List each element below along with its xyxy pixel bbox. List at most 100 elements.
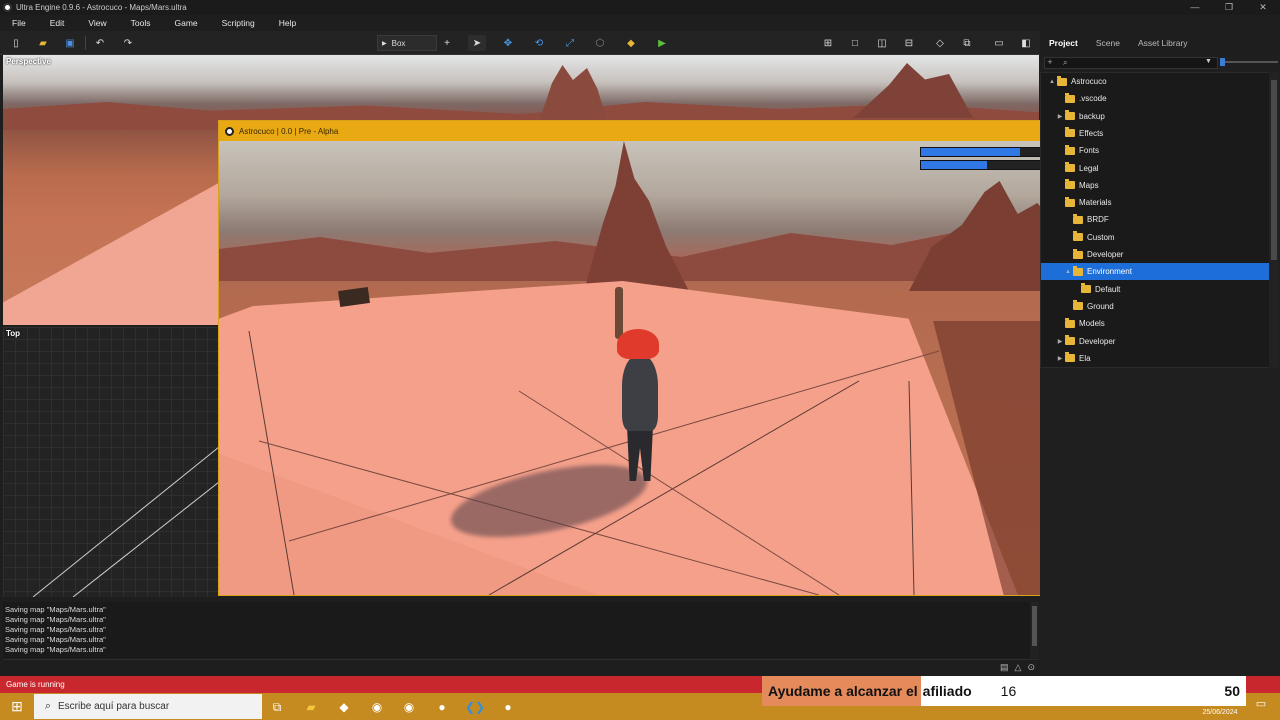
tree-item[interactable]: ▶ Ela [1041, 350, 1269, 367]
box-primitive-icon[interactable]: ⬡ [591, 35, 609, 51]
top-viewport[interactable]: Top [3, 327, 219, 597]
game-scene[interactable] [219, 141, 1060, 595]
taskbar-search-input[interactable]: ⌕ Escribe aquí para buscar [34, 694, 262, 719]
wireframe-icon[interactable]: ◇ [931, 35, 949, 51]
select-tool-icon[interactable]: ➤ [468, 35, 486, 51]
notification-icon[interactable]: ▭ [1250, 697, 1272, 717]
chrome-profile-icon[interactable]: ◉ [398, 697, 420, 717]
project-tree[interactable]: ▲ Astrocuco .vscode ▶ backup Effects Fonts Lega… [1040, 72, 1270, 368]
layout-view-icon[interactable]: ⊟ [900, 35, 918, 51]
expand-arrow-icon[interactable]: ▶ [1055, 338, 1065, 345]
expand-arrow-icon[interactable]: ▲ [1063, 269, 1073, 275]
tree-item[interactable]: Developer [1041, 246, 1269, 263]
tree-item[interactable]: .vscode [1041, 90, 1269, 107]
move-tool-icon[interactable]: ✥ [499, 35, 517, 51]
tree-item[interactable]: Fonts [1041, 142, 1269, 159]
folder-icon [1065, 92, 1075, 103]
tree-item[interactable]: Effects [1041, 125, 1269, 142]
tab-scene[interactable]: Scene [1087, 38, 1129, 48]
tree-item-label: Maps [1079, 180, 1099, 190]
game-window-title-bar[interactable]: Astrocuco | 0.0 | Pre - Alpha [219, 121, 1060, 141]
task-view-icon[interactable]: ⧉ [266, 697, 288, 717]
file-explorer-icon[interactable]: ▰ [300, 697, 322, 717]
tree-item[interactable]: Materials [1041, 194, 1269, 211]
menu-tools[interactable]: Tools [119, 18, 163, 28]
console-output[interactable]: Saving map "Maps/Mars.ultra" Saving map … [3, 602, 1039, 658]
tree-item[interactable]: ▶ Developer [1041, 333, 1269, 350]
warning-filter-icon[interactable]: △ [1015, 662, 1022, 673]
app-logo-icon [3, 3, 12, 12]
menu-help[interactable]: Help [267, 18, 308, 28]
expand-arrow-icon[interactable]: ▲ [1047, 79, 1057, 85]
minimize-button[interactable]: — [1178, 0, 1212, 15]
project-search-input[interactable]: + ⌕ [1044, 57, 1218, 69]
hierarchy-icon[interactable]: ⧉ [958, 35, 976, 51]
brush-shape-dropdown[interactable]: ▶ Box [377, 35, 437, 51]
scale-tool-icon[interactable]: ⤢ [561, 35, 579, 51]
tree-item[interactable]: ▲ Astrocuco [1041, 73, 1269, 90]
expand-arrow-icon[interactable]: ▶ [1055, 355, 1065, 362]
rotate-tool-icon[interactable]: ⟲ [530, 35, 548, 51]
tree-item[interactable]: Ground [1041, 298, 1269, 315]
vscode-icon[interactable]: ❮❯ [464, 697, 486, 717]
folder-icon [1073, 231, 1083, 242]
toggle-panel-icon[interactable]: ◧ [1017, 35, 1035, 51]
tree-item[interactable]: BRDF [1041, 211, 1269, 228]
folder-icon [1065, 162, 1075, 172]
settings-icon[interactable]: ⊙ [1027, 662, 1035, 673]
obs-icon[interactable]: ● [431, 697, 453, 717]
console-command-line[interactable]: ▤ △ ⊙ [3, 659, 1039, 676]
window-title-bar: Ultra Engine 0.9.6 - Astrocuco - Maps/Ma… [0, 0, 1280, 15]
menu-edit[interactable]: Edit [38, 18, 77, 28]
search-icon: ⌕ [44, 700, 52, 712]
game-window[interactable]: Astrocuco | 0.0 | Pre - Alpha ✕ [218, 120, 1061, 596]
status-text: Game is running [6, 680, 65, 689]
thumbnail-size-slider[interactable] [1220, 58, 1278, 66]
menu-scripting[interactable]: Scripting [210, 18, 267, 28]
save-icon[interactable]: ▣ [61, 35, 79, 51]
ultra-engine-icon[interactable]: ● [497, 697, 519, 717]
tree-item-label: Default [1095, 284, 1121, 294]
prefab-box-icon[interactable]: ◆ [622, 35, 640, 51]
play-game-icon[interactable]: ▶ [653, 35, 671, 51]
right-panel-tabs: Project Scene Asset Library [1040, 31, 1280, 55]
menu-bar: File Edit View Tools Game Scripting Help [0, 15, 1280, 31]
menu-view[interactable]: View [76, 18, 118, 28]
tree-item-label: Materials [1079, 198, 1112, 208]
tree-item[interactable]: Default [1041, 281, 1269, 298]
windows-start-icon[interactable]: ⊞ [6, 697, 28, 717]
add-brush-button[interactable]: + [438, 35, 456, 51]
tab-project[interactable]: Project [1040, 38, 1087, 48]
maximize-button[interactable]: ❐ [1212, 0, 1246, 15]
menu-game[interactable]: Game [162, 18, 209, 28]
menu-file[interactable]: File [0, 18, 38, 28]
single-view-icon[interactable]: □ [846, 35, 864, 51]
filter-dropdown-icon[interactable]: ▼ [1205, 58, 1212, 65]
perspective-label: Perspective [6, 57, 51, 66]
brave-browser-icon[interactable]: ◆ [333, 697, 355, 717]
tab-asset-library[interactable]: Asset Library [1129, 38, 1197, 48]
undo-icon[interactable]: ↶ [91, 35, 109, 51]
chrome-icon[interactable]: ◉ [366, 697, 388, 717]
split-view-icon[interactable]: ◫ [873, 35, 891, 51]
side-panel-icon[interactable]: ▭ [990, 35, 1008, 51]
tree-scrollbar[interactable] [1269, 72, 1279, 368]
tree-item[interactable]: ▶ backup [1041, 108, 1269, 125]
tree-item[interactable]: Custom [1041, 229, 1269, 246]
new-file-icon[interactable]: ▯ [7, 35, 25, 51]
close-window-button[interactable]: ✕ [1246, 0, 1280, 15]
folder-icon [1073, 265, 1083, 276]
quad-view-icon[interactable]: ⊞ [819, 35, 837, 51]
expand-arrow-icon[interactable]: ▶ [1055, 113, 1065, 120]
tree-item[interactable]: Maps [1041, 177, 1269, 194]
clear-console-icon[interactable]: ▤ [1000, 662, 1009, 673]
open-folder-icon[interactable]: ▰ [34, 35, 52, 51]
main-toolbar: ▯ ▰ ▣ ↶ ↷ ▶ Box + ➤ ✥ ⟲ ⤢ ⬡ ◆ ▶ ⊞ □ ◫ ⊟ … [0, 31, 1040, 55]
redo-icon[interactable]: ↷ [119, 35, 137, 51]
tree-item[interactable]: Legal [1041, 160, 1269, 177]
taskbar-search-placeholder: Escribe aquí para buscar [58, 701, 170, 712]
tree-item[interactable]: ▲ Environment [1041, 263, 1269, 281]
console-scrollbar[interactable] [1030, 602, 1039, 658]
add-icon[interactable]: + [1044, 57, 1056, 69]
tree-item[interactable]: Models [1041, 315, 1269, 332]
